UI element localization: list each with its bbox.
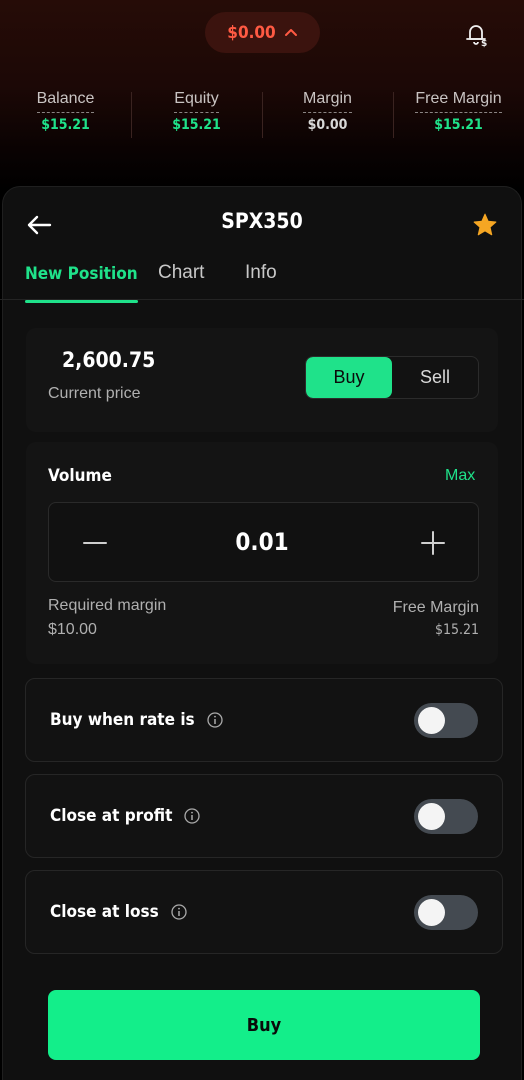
pnl-amount: $0.00 [227, 22, 276, 43]
free-margin-value: $15.21 [434, 622, 479, 638]
chevron-up-icon [284, 28, 297, 36]
stat-label: Free Margin [415, 88, 502, 113]
side-selector: Buy Sell [305, 356, 479, 399]
instrument-title: SPX350 [221, 209, 303, 233]
stat-value: $15.21 [434, 117, 483, 133]
stat-value: $0.00 [307, 117, 348, 133]
sell-side-button[interactable]: Sell [392, 357, 478, 398]
current-price-label: Current price [48, 385, 141, 402]
free-margin-label: Free Margin [392, 599, 479, 616]
stat-margin[interactable]: Margin $0.00 [262, 88, 393, 148]
favorite-star-icon[interactable] [472, 212, 498, 238]
close-at-profit-toggle[interactable] [414, 799, 478, 834]
info-icon[interactable] [171, 904, 187, 920]
tab-chart[interactable]: Chart [158, 262, 204, 300]
required-margin-value: $10.00 [48, 621, 97, 638]
tab-new-position[interactable]: New Position [25, 264, 138, 303]
stat-label: Margin [303, 88, 352, 113]
svg-text:$: $ [481, 39, 487, 48]
account-stats: Balance $15.21 Equity $15.21 Margin $0.0… [0, 88, 524, 148]
stat-label: Equity [174, 88, 219, 113]
volume-label: Volume [48, 466, 112, 486]
notification-bell-icon[interactable]: $ [462, 20, 490, 48]
tab-info[interactable]: Info [245, 262, 277, 300]
buy-submit-button[interactable]: Buy [48, 990, 480, 1060]
info-icon[interactable] [184, 808, 201, 824]
current-price-value: 2,600.75 [62, 348, 156, 372]
stat-value: $15.21 [172, 117, 221, 133]
required-margin-label: Required margin [48, 597, 167, 614]
toggle-knob [418, 803, 445, 830]
tab-bar: New Position Chart Info [0, 262, 524, 303]
stat-balance[interactable]: Balance $15.21 [0, 88, 131, 148]
close-at-loss-toggle[interactable] [414, 895, 478, 930]
stat-equity[interactable]: Equity $15.21 [131, 88, 262, 148]
buy-side-button[interactable]: Buy [306, 357, 392, 398]
close-at-profit-label: Close at profit [50, 806, 173, 826]
account-header: $0.00 $ Balance $15.21 Equity $15.21 Mar… [0, 0, 524, 190]
buy-when-rate-row: Buy when rate is [25, 678, 503, 762]
max-volume-link[interactable]: Max [445, 467, 475, 485]
trade-screen: $0.00 $ Balance $15.21 Equity $15.21 Mar… [0, 0, 524, 1080]
stat-value: $15.21 [41, 117, 90, 133]
row-label-wrap: Close at profit [50, 806, 201, 826]
pnl-pill[interactable]: $0.00 [205, 12, 320, 53]
row-label-wrap: Buy when rate is [50, 710, 223, 730]
buy-when-rate-toggle[interactable] [414, 703, 478, 738]
close-at-profit-row: Close at profit [25, 774, 503, 858]
plus-icon[interactable] [420, 530, 446, 556]
toggle-knob [418, 899, 445, 926]
close-at-loss-label: Close at loss [50, 902, 159, 922]
info-icon[interactable] [207, 712, 223, 728]
stat-label: Balance [36, 88, 95, 113]
close-at-loss-row: Close at loss [25, 870, 503, 954]
toggle-knob [418, 707, 445, 734]
row-label-wrap: Close at loss [50, 902, 187, 922]
stat-free-margin[interactable]: Free Margin $15.21 [393, 88, 524, 148]
buy-when-rate-label: Buy when rate is [50, 710, 195, 730]
